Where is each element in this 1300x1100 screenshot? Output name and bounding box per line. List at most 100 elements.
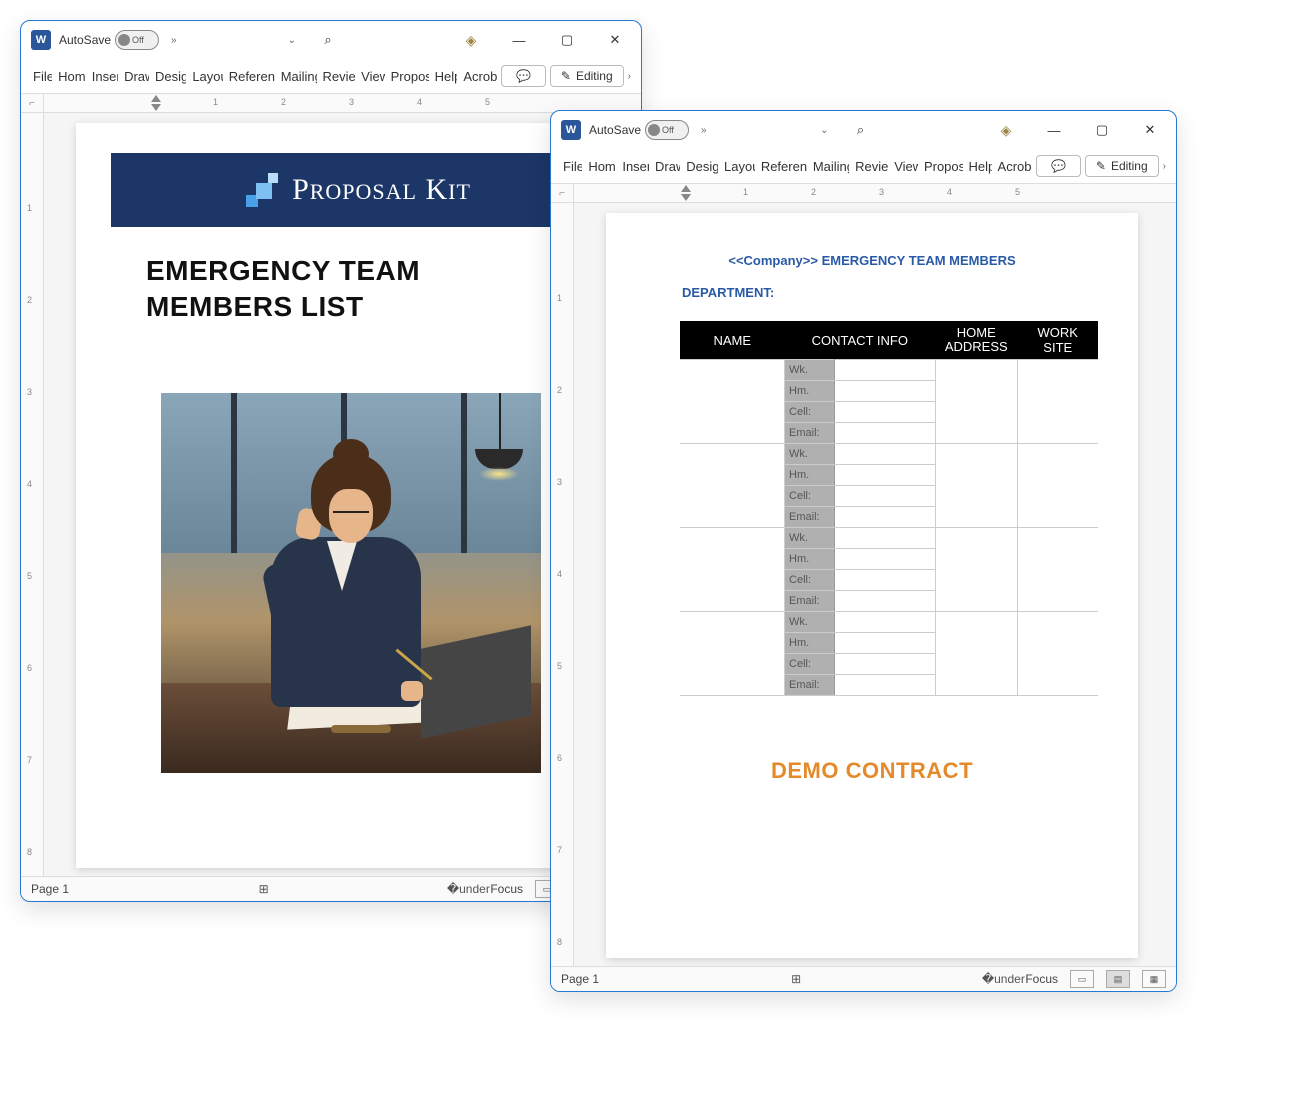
contact-value[interactable] xyxy=(835,507,935,528)
comments-button[interactable]: 💬 xyxy=(501,65,546,87)
premium-button[interactable]: ◈ xyxy=(451,25,491,55)
tab-design[interactable]: Design xyxy=(680,155,718,178)
chevron-down-icon[interactable]: ⌄ xyxy=(288,35,296,46)
page-indicator[interactable]: Page 1 xyxy=(561,972,599,986)
tab-mailings[interactable]: Mailings xyxy=(807,155,849,178)
document-page[interactable]: <<Company>> EMERGENCY TEAM MEMBERS DEPAR… xyxy=(606,213,1138,958)
focus-icon[interactable]: �under xyxy=(993,971,1013,987)
toggle-pill[interactable]: Off xyxy=(115,30,159,50)
tab-view[interactable]: View xyxy=(355,65,384,88)
focus-label[interactable]: Focus xyxy=(490,882,523,896)
comments-button[interactable]: 💬 xyxy=(1036,155,1081,177)
cell-name[interactable] xyxy=(680,612,785,696)
minimize-button[interactable]: — xyxy=(499,25,539,55)
contact-value[interactable] xyxy=(835,360,935,381)
qat-overflow-icon[interactable]: » xyxy=(701,125,707,136)
ruler-vertical[interactable]: 1 2 3 4 5 6 7 8 xyxy=(21,113,44,876)
cell-work-site[interactable] xyxy=(1017,360,1098,444)
cell-home-address[interactable] xyxy=(935,360,1017,444)
document-page[interactable]: PROPOSAL KIT EMERGENCY TEAM MEMBERS LIST xyxy=(76,123,606,868)
accessibility-icon[interactable]: ⊞ xyxy=(786,971,806,987)
contact-value[interactable] xyxy=(835,444,935,465)
premium-button[interactable]: ◈ xyxy=(986,115,1026,145)
cell-work-site[interactable] xyxy=(1017,528,1098,612)
tab-review[interactable]: Review xyxy=(849,155,888,178)
tab-help[interactable]: Help xyxy=(963,155,992,178)
tab-acrobat[interactable]: Acrobat xyxy=(992,155,1032,178)
chevron-down-icon[interactable]: ⌄ xyxy=(820,125,828,136)
page-canvas[interactable]: <<Company>> EMERGENCY TEAM MEMBERS DEPAR… xyxy=(574,203,1176,966)
cell-name[interactable] xyxy=(680,528,785,612)
editing-mode-button[interactable]: ✎ Editing xyxy=(1085,155,1159,177)
tab-references[interactable]: References xyxy=(755,155,807,178)
hanging-indent-icon[interactable] xyxy=(681,194,691,201)
contact-value[interactable] xyxy=(835,486,935,507)
maximize-button[interactable]: ▢ xyxy=(547,25,587,55)
hanging-indent-icon[interactable] xyxy=(151,104,161,111)
cell-home-address[interactable] xyxy=(935,444,1017,528)
cell-work-site[interactable] xyxy=(1017,444,1098,528)
ribbon-overflow-icon[interactable]: › xyxy=(1159,161,1170,172)
focus-icon[interactable]: �under xyxy=(458,881,478,897)
tab-references[interactable]: References xyxy=(223,65,275,88)
toggle-pill[interactable]: Off xyxy=(645,120,689,140)
autosave-toggle[interactable]: AutoSave Off xyxy=(589,120,689,140)
print-layout-icon[interactable]: ▤ xyxy=(1106,970,1130,988)
indent-marker-icon[interactable] xyxy=(151,95,161,102)
ruler-vertical[interactable]: 1 2 3 4 5 6 7 8 xyxy=(551,203,574,966)
indent-marker-icon[interactable] xyxy=(681,185,691,192)
tab-mailings[interactable]: Mailings xyxy=(275,65,317,88)
ruler-horizontal[interactable]: ⌐ 1 2 3 4 5 xyxy=(551,184,1176,203)
cell-name[interactable] xyxy=(680,360,785,444)
tab-insert[interactable]: Insert xyxy=(616,155,649,178)
tab-layout[interactable]: Layout xyxy=(718,155,755,178)
editing-mode-button[interactable]: ✎ Editing xyxy=(550,65,624,87)
tab-proposal[interactable]: Proposal xyxy=(918,155,963,178)
tab-draw[interactable]: Draw xyxy=(118,65,149,88)
search-button[interactable]: ⌕ xyxy=(841,115,881,145)
tab-acrobat[interactable]: Acrobat xyxy=(457,65,497,88)
cell-home-address[interactable] xyxy=(935,612,1017,696)
contact-value[interactable] xyxy=(835,465,935,486)
contact-value[interactable] xyxy=(835,675,935,696)
ruler-horizontal[interactable]: ⌐ 1 2 3 4 5 xyxy=(21,94,641,113)
tab-help[interactable]: Help xyxy=(429,65,458,88)
cell-home-address[interactable] xyxy=(935,528,1017,612)
tab-file[interactable]: File xyxy=(27,65,52,88)
tab-home[interactable]: Home xyxy=(582,155,616,178)
tab-layout[interactable]: Layout xyxy=(186,65,222,88)
accessibility-icon[interactable]: ⊞ xyxy=(254,881,274,897)
tab-draw[interactable]: Draw xyxy=(649,155,680,178)
focus-label[interactable]: Focus xyxy=(1025,972,1058,986)
contact-value[interactable] xyxy=(835,570,935,591)
close-button[interactable]: ✕ xyxy=(1130,115,1170,145)
contact-value[interactable] xyxy=(835,381,935,402)
ribbon-overflow-icon[interactable]: › xyxy=(624,71,635,82)
tab-insert[interactable]: Insert xyxy=(86,65,118,88)
tab-proposal[interactable]: Proposal xyxy=(385,65,429,88)
tab-home[interactable]: Home xyxy=(52,65,86,88)
tab-view[interactable]: View xyxy=(888,155,918,178)
cell-name[interactable] xyxy=(680,444,785,528)
qat-overflow-icon[interactable]: » xyxy=(171,35,177,46)
page-indicator[interactable]: Page 1 xyxy=(31,882,69,896)
tab-review[interactable]: Review xyxy=(317,65,356,88)
web-layout-icon[interactable]: ▦ xyxy=(1142,970,1166,988)
maximize-button[interactable]: ▢ xyxy=(1082,115,1122,145)
tab-design[interactable]: Design xyxy=(149,65,186,88)
cell-work-site[interactable] xyxy=(1017,612,1098,696)
search-button[interactable]: ⌕ xyxy=(308,25,348,55)
read-mode-icon[interactable]: ▭ xyxy=(1070,970,1094,988)
contact-value[interactable] xyxy=(835,423,935,444)
contact-value[interactable] xyxy=(835,654,935,675)
minimize-button[interactable]: — xyxy=(1034,115,1074,145)
close-button[interactable]: ✕ xyxy=(595,25,635,55)
contact-value[interactable] xyxy=(835,591,935,612)
tab-file[interactable]: File xyxy=(557,155,582,178)
contact-value[interactable] xyxy=(835,633,935,654)
contact-value[interactable] xyxy=(835,549,935,570)
contact-value[interactable] xyxy=(835,402,935,423)
contact-value[interactable] xyxy=(835,612,935,633)
contact-value[interactable] xyxy=(835,528,935,549)
autosave-toggle[interactable]: AutoSave Off xyxy=(59,30,159,50)
